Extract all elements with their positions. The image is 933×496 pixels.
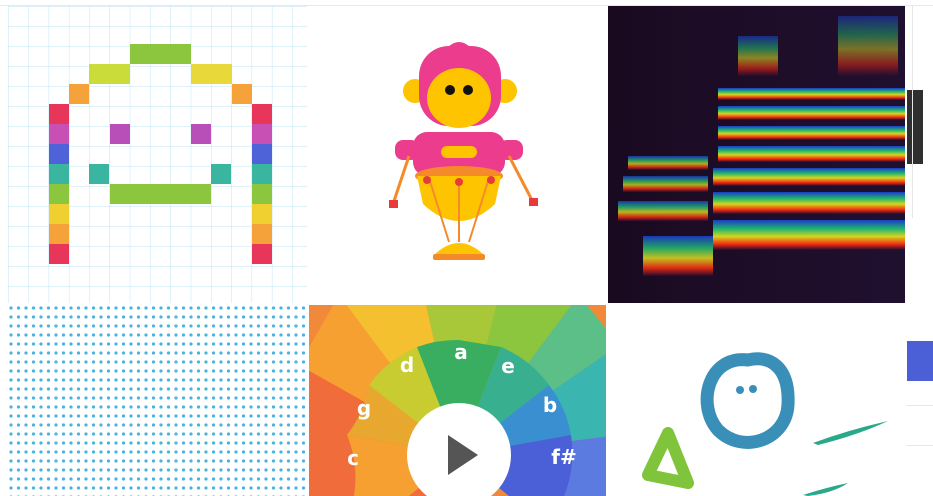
doodle-face-icon [642,352,888,496]
dark-block [907,90,923,164]
note-label-d[interactable]: d [400,353,414,377]
experiment-tile-pixel-face[interactable] [8,6,307,303]
chord-wheel-icon: a d e g b c f# [309,305,606,496]
note-label-f-sharp[interactable]: f# [551,445,576,469]
experiment-tile-partial-top[interactable] [907,6,933,218]
experiment-tile-dots[interactable] [8,305,307,496]
note-label-g[interactable]: g [357,396,371,420]
blue-block [907,341,933,381]
experiment-tile-chord-wheel[interactable]: a d e g b c f# [309,305,606,496]
note-label-e[interactable]: e [501,354,515,378]
drumming-monkey-icon [389,42,538,260]
experiment-tile-partial-bottom[interactable] [907,305,933,496]
note-label-c[interactable]: c [347,446,359,470]
note-label-a[interactable]: a [454,340,468,364]
divider [907,445,933,446]
divider [907,405,933,406]
note-label-b[interactable]: b [543,393,557,417]
divider [912,6,913,218]
experiment-tile-monkey[interactable] [309,6,606,303]
pixel-rainbow-face-icon [8,6,307,303]
experiment-tile-drawing[interactable] [608,305,905,496]
spectrogram-icon [608,6,905,303]
experiment-tile-spectrogram[interactable] [608,6,905,303]
dot-grid-icon [8,305,307,496]
